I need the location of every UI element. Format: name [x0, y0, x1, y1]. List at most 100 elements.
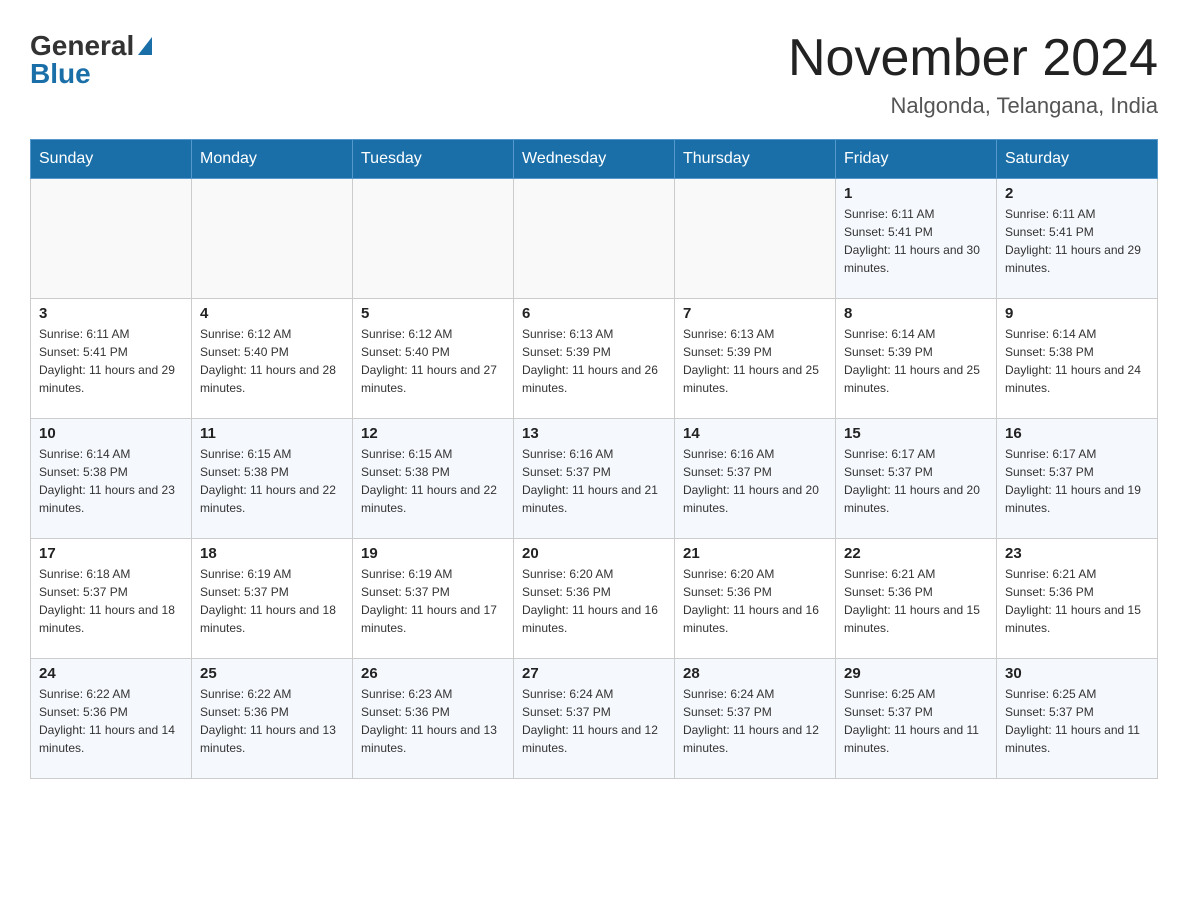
day-number: 23	[1005, 545, 1149, 562]
day-of-week-thursday: Thursday	[675, 140, 836, 179]
day-info: Sunrise: 6:24 AMSunset: 5:37 PMDaylight:…	[522, 685, 666, 757]
calendar-day-cell: 21 Sunrise: 6:20 AMSunset: 5:36 PMDayligh…	[675, 539, 836, 659]
calendar-day-cell: 22Sunrise: 6:21 AMSunset: 5:36 PMDayligh…	[836, 539, 997, 659]
calendar-day-cell: 2 Sunrise: 6:11 AMSunset: 5:41 PMDaylight…	[997, 179, 1158, 299]
day-info: Sunrise: 6:18 AMSunset: 5:37 PMDaylight:…	[39, 565, 183, 637]
calendar-day-cell: 11 Sunrise: 6:15 AMSunset: 5:38 PMDayligh…	[192, 419, 353, 539]
day-info: Sunrise: 6:12 AMSunset: 5:40 PMDaylight:…	[200, 325, 344, 397]
day-info: Sunrise: 6:17 AMSunset: 5:37 PMDaylight:…	[844, 445, 988, 517]
day-info: Sunrise: 6:25 AMSunset: 5:37 PMDaylight:…	[844, 685, 988, 757]
day-of-week-sunday: Sunday	[31, 140, 192, 179]
calendar-week-row: 17 Sunrise: 6:18 AMSunset: 5:37 PMDayligh…	[31, 539, 1158, 659]
calendar-day-cell: 29 Sunrise: 6:25 AMSunset: 5:37 PMDayligh…	[836, 659, 997, 779]
day-number: 6	[522, 305, 666, 322]
day-info: Sunrise: 6:22 AMSunset: 5:36 PMDaylight:…	[39, 685, 183, 757]
calendar-day-cell: 19 Sunrise: 6:19 AMSunset: 5:37 PMDayligh…	[353, 539, 514, 659]
calendar-day-cell: 5 Sunrise: 6:12 AMSunset: 5:40 PMDaylight…	[353, 299, 514, 419]
day-number: 7	[683, 305, 827, 322]
day-info: Sunrise: 6:19 AMSunset: 5:37 PMDaylight:…	[200, 565, 344, 637]
calendar-day-cell: 24 Sunrise: 6:22 AMSunset: 5:36 PMDayligh…	[31, 659, 192, 779]
logo: General Blue	[30, 30, 152, 90]
day-number: 29	[844, 665, 988, 682]
logo-blue-label: Blue	[30, 58, 91, 90]
calendar-day-cell: 12 Sunrise: 6:15 AMSunset: 5:38 PMDayligh…	[353, 419, 514, 539]
day-number: 20	[522, 545, 666, 562]
day-info: Sunrise: 6:24 AMSunset: 5:37 PMDaylight:…	[683, 685, 827, 757]
day-number: 9	[1005, 305, 1149, 322]
day-number: 21	[683, 545, 827, 562]
calendar-day-cell: 8Sunrise: 6:14 AMSunset: 5:39 PMDaylight…	[836, 299, 997, 419]
calendar-table: SundayMondayTuesdayWednesdayThursdayFrid…	[30, 139, 1158, 779]
calendar-day-cell: 14Sunrise: 6:16 AMSunset: 5:37 PMDayligh…	[675, 419, 836, 539]
page-header: General Blue November 2024 Nalgonda, Tel…	[30, 30, 1158, 119]
days-of-week-row: SundayMondayTuesdayWednesdayThursdayFrid…	[31, 140, 1158, 179]
calendar-day-cell: 13 Sunrise: 6:16 AMSunset: 5:37 PMDayligh…	[514, 419, 675, 539]
day-info: Sunrise: 6:20 AMSunset: 5:36 PMDaylight:…	[522, 565, 666, 637]
calendar-day-cell: 25Sunrise: 6:22 AMSunset: 5:36 PMDayligh…	[192, 659, 353, 779]
calendar-day-cell	[514, 179, 675, 299]
day-number: 30	[1005, 665, 1149, 682]
day-of-week-wednesday: Wednesday	[514, 140, 675, 179]
calendar-day-cell: 18Sunrise: 6:19 AMSunset: 5:37 PMDayligh…	[192, 539, 353, 659]
calendar-day-cell: 7 Sunrise: 6:13 AMSunset: 5:39 PMDaylight…	[675, 299, 836, 419]
day-info: Sunrise: 6:15 AMSunset: 5:38 PMDaylight:…	[200, 445, 344, 517]
day-number: 13	[522, 425, 666, 442]
day-info: Sunrise: 6:12 AMSunset: 5:40 PMDaylight:…	[361, 325, 505, 397]
day-of-week-monday: Monday	[192, 140, 353, 179]
calendar-day-cell: 6 Sunrise: 6:13 AMSunset: 5:39 PMDaylight…	[514, 299, 675, 419]
day-of-week-friday: Friday	[836, 140, 997, 179]
month-title: November 2024	[788, 30, 1158, 87]
day-info: Sunrise: 6:21 AMSunset: 5:36 PMDaylight:…	[1005, 565, 1149, 637]
calendar-week-row: 24 Sunrise: 6:22 AMSunset: 5:36 PMDayligh…	[31, 659, 1158, 779]
calendar-body: 1 Sunrise: 6:11 AMSunset: 5:41 PMDaylight…	[31, 179, 1158, 779]
calendar-day-cell: 15 Sunrise: 6:17 AMSunset: 5:37 PMDayligh…	[836, 419, 997, 539]
day-info: Sunrise: 6:22 AMSunset: 5:36 PMDaylight:…	[200, 685, 344, 757]
calendar-day-cell: 30 Sunrise: 6:25 AMSunset: 5:37 PMDayligh…	[997, 659, 1158, 779]
calendar-day-cell: 27 Sunrise: 6:24 AMSunset: 5:37 PMDayligh…	[514, 659, 675, 779]
day-number: 15	[844, 425, 988, 442]
day-number: 11	[200, 425, 344, 442]
day-number: 27	[522, 665, 666, 682]
day-info: Sunrise: 6:14 AMSunset: 5:38 PMDaylight:…	[39, 445, 183, 517]
calendar-day-cell: 17 Sunrise: 6:18 AMSunset: 5:37 PMDayligh…	[31, 539, 192, 659]
location-title: Nalgonda, Telangana, India	[788, 93, 1158, 119]
day-number: 16	[1005, 425, 1149, 442]
calendar-day-cell: 1 Sunrise: 6:11 AMSunset: 5:41 PMDaylight…	[836, 179, 997, 299]
day-info: Sunrise: 6:11 AMSunset: 5:41 PMDaylight:…	[844, 205, 988, 277]
day-info: Sunrise: 6:11 AMSunset: 5:41 PMDaylight:…	[1005, 205, 1149, 277]
day-number: 14	[683, 425, 827, 442]
logo-triangle-icon	[138, 37, 152, 55]
day-info: Sunrise: 6:19 AMSunset: 5:37 PMDaylight:…	[361, 565, 505, 637]
day-number: 4	[200, 305, 344, 322]
day-number: 28	[683, 665, 827, 682]
calendar-day-cell: 9 Sunrise: 6:14 AMSunset: 5:38 PMDaylight…	[997, 299, 1158, 419]
day-info: Sunrise: 6:25 AMSunset: 5:37 PMDaylight:…	[1005, 685, 1149, 757]
day-number: 26	[361, 665, 505, 682]
calendar-day-cell: 10 Sunrise: 6:14 AMSunset: 5:38 PMDayligh…	[31, 419, 192, 539]
day-number: 12	[361, 425, 505, 442]
day-info: Sunrise: 6:13 AMSunset: 5:39 PMDaylight:…	[683, 325, 827, 397]
day-number: 17	[39, 545, 183, 562]
calendar-week-row: 1 Sunrise: 6:11 AMSunset: 5:41 PMDaylight…	[31, 179, 1158, 299]
day-info: Sunrise: 6:13 AMSunset: 5:39 PMDaylight:…	[522, 325, 666, 397]
day-info: Sunrise: 6:20 AMSunset: 5:36 PMDaylight:…	[683, 565, 827, 637]
day-info: Sunrise: 6:14 AMSunset: 5:39 PMDaylight:…	[844, 325, 988, 397]
day-number: 5	[361, 305, 505, 322]
calendar-day-cell	[675, 179, 836, 299]
day-info: Sunrise: 6:15 AMSunset: 5:38 PMDaylight:…	[361, 445, 505, 517]
day-number: 1	[844, 185, 988, 202]
day-info: Sunrise: 6:14 AMSunset: 5:38 PMDaylight:…	[1005, 325, 1149, 397]
day-number: 24	[39, 665, 183, 682]
title-block: November 2024 Nalgonda, Telangana, India	[788, 30, 1158, 119]
calendar-day-cell: 26Sunrise: 6:23 AMSunset: 5:36 PMDayligh…	[353, 659, 514, 779]
day-info: Sunrise: 6:17 AMSunset: 5:37 PMDaylight:…	[1005, 445, 1149, 517]
calendar-day-cell: 23 Sunrise: 6:21 AMSunset: 5:36 PMDayligh…	[997, 539, 1158, 659]
day-number: 10	[39, 425, 183, 442]
day-info: Sunrise: 6:16 AMSunset: 5:37 PMDaylight:…	[522, 445, 666, 517]
calendar-day-cell: 16 Sunrise: 6:17 AMSunset: 5:37 PMDayligh…	[997, 419, 1158, 539]
day-number: 22	[844, 545, 988, 562]
day-number: 19	[361, 545, 505, 562]
day-of-week-saturday: Saturday	[997, 140, 1158, 179]
calendar-day-cell	[192, 179, 353, 299]
day-number: 2	[1005, 185, 1149, 202]
